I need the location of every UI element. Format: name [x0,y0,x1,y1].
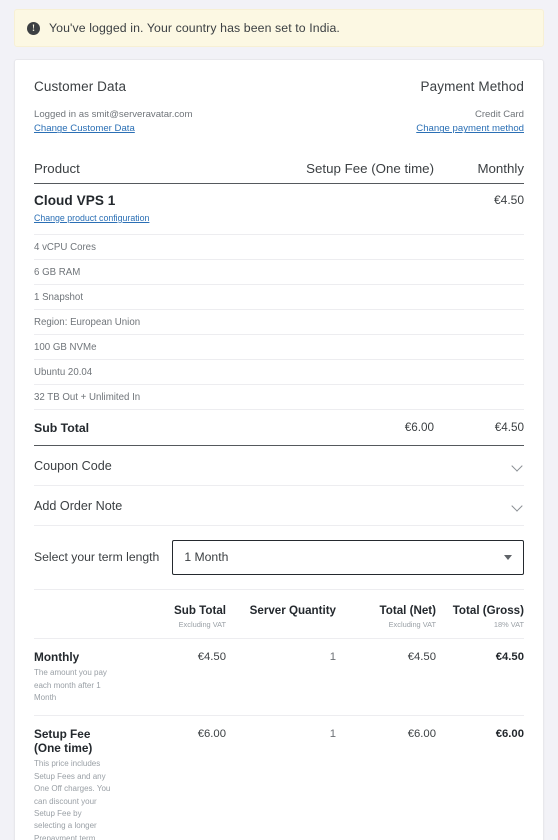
column-header-product: Product [34,160,80,176]
subtotal-setup-fee: €6.00 [404,421,434,435]
product-table-header: Product Setup Fee (One time) Monthly [34,161,524,184]
summary-row-total-net: €4.50 [407,651,436,664]
checkout-page: ! You've logged in. Your country has bee… [0,0,558,840]
card-header-row: Customer Data Payment Method [34,60,524,94]
summary-row-description: This price includes Setup Fees and any O… [34,759,111,840]
summary-header-subtotal-title: Sub Total [174,603,226,617]
summary-header-quantity: Server Quantity [226,604,336,629]
summary-header-total-gross: Total (Gross) 18% VAT [436,604,524,629]
login-alert-banner: ! You've logged in. Your country has bee… [14,9,544,47]
spec-row: 32 TB Out + Unlimited In [34,385,524,410]
spec-row: Region: European Union [34,310,524,335]
caret-down-icon[interactable] [504,554,512,560]
summary-table-header: Sub Total Excluding VAT Server Quantity … [34,590,524,640]
summary-row-monthly: Monthly The amount you pay each month af… [34,639,524,717]
summary-header-total-net: Total (Net) Excluding VAT [336,604,436,629]
term-length-label: Select your term length [34,550,160,565]
summary-row-subtotal: €6.00 [197,728,226,741]
payment-method-heading: Payment Method [420,79,524,94]
summary-header-quantity-title: Server Quantity [249,603,336,617]
change-customer-data-link[interactable]: Change Customer Data [34,122,193,136]
order-summary-card: Customer Data Payment Method Logged in a… [14,59,544,840]
customer-meta: Logged in as smit@serveravatar.com Chang… [34,108,193,137]
chevron-down-icon[interactable] [512,460,524,472]
subtotal-monthly: €4.50 [494,421,524,435]
add-order-note-accordion[interactable]: Add Order Note [34,486,524,526]
summary-row-title: Monthly [34,650,80,665]
product-row: Cloud VPS 1 Change product configuration… [34,184,524,235]
product-title: Cloud VPS 1 [34,192,116,208]
spec-row: 4 vCPU Cores [34,235,524,260]
summary-row-setup-fee: Setup Fee (One time) This price includes… [34,716,524,840]
summary-row-quantity: 1 [329,651,336,664]
spec-row: 1 Snapshot [34,285,524,310]
info-icon: ! [27,21,40,35]
summary-header-total-gross-title: Total (Gross) [452,603,524,617]
customer-data-heading: Customer Data [34,79,127,94]
summary-header-subtotal-sub: Excluding VAT [178,620,226,630]
summary-row-total-net: €6.00 [407,728,436,741]
coupon-code-label: Coupon Code [34,458,112,473]
payment-method-value: Credit Card [474,109,524,120]
summary-row-total-gross: €6.00 [495,728,524,741]
summary-header-total-net-sub: Excluding VAT [388,620,436,630]
summary-row-label: Monthly The amount you pay each month af… [34,650,121,704]
summary-row-quantity: 1 [329,728,336,741]
payment-meta: Credit Card Change payment method [416,108,524,137]
alert-message: You've logged in. Your country has been … [49,21,340,35]
card-meta-row: Logged in as smit@serveravatar.com Chang… [34,108,524,139]
summary-header-total-gross-sub: 18% VAT [493,620,524,630]
summary-row-total-gross: €4.50 [495,651,524,664]
summary-row-description: The amount you pay each month after 1 Mo… [34,668,107,703]
column-header-setup-fee: Setup Fee (One time) [306,160,434,176]
logged-in-as-text: Logged in as smit@serveravatar.com [34,109,193,120]
change-payment-method-link[interactable]: Change payment method [416,122,524,136]
term-length-value: 1 Month [184,550,229,565]
summary-row-label: Setup Fee (One time) This price includes… [34,727,121,840]
coupon-code-accordion[interactable]: Coupon Code [34,446,524,486]
add-order-note-label: Add Order Note [34,498,123,513]
product-name-cell: Cloud VPS 1 Change product configuration [34,193,249,226]
product-subtotal-row: Sub Total €6.00 €4.50 [34,410,524,446]
summary-header-spacer [34,604,121,629]
change-product-configuration-link[interactable]: Change product configuration [34,213,149,223]
spec-row: 6 GB RAM [34,260,524,285]
summary-header-total-net-title: Total (Net) [379,603,436,617]
chevron-down-icon[interactable] [512,500,524,512]
summary-header-subtotal: Sub Total Excluding VAT [121,604,226,629]
spec-row: Ubuntu 20.04 [34,360,524,385]
summary-row-title: Setup Fee (One time) [34,727,93,756]
term-length-select[interactable]: 1 Month [172,539,524,575]
subtotal-label: Sub Total [34,420,90,435]
spec-row: 100 GB NVMe [34,335,524,360]
column-header-monthly: Monthly [477,160,524,176]
summary-row-subtotal: €4.50 [197,651,226,664]
product-monthly-price: €4.50 [493,192,524,207]
term-length-row: Select your term length 1 Month [34,526,524,590]
